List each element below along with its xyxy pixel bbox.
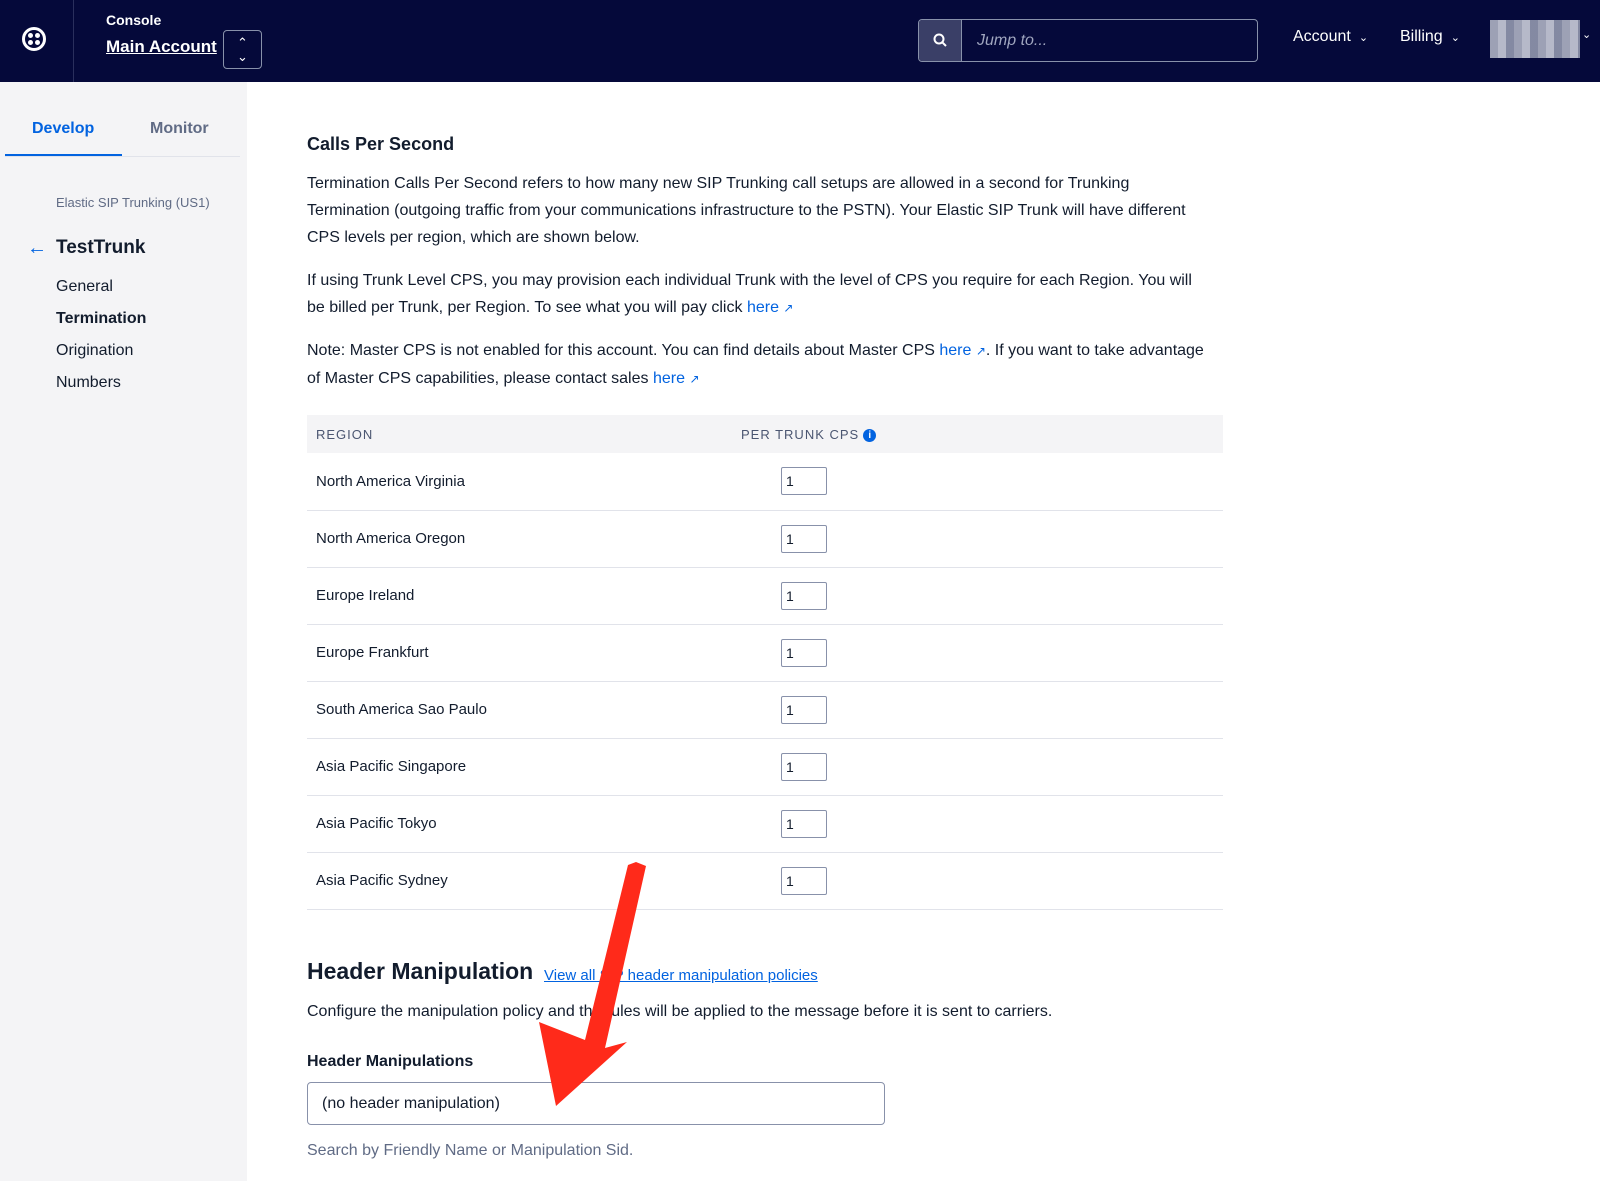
search-icon <box>933 33 947 47</box>
external-link-icon: ↗ <box>689 372 700 386</box>
sidebar-item-numbers[interactable]: Numbers <box>56 374 121 392</box>
region-cell: North America Oregon <box>307 510 741 568</box>
account-menu[interactable]: Account ⌄ <box>1293 28 1368 46</box>
billing-menu[interactable]: Billing ⌄ <box>1400 28 1460 46</box>
cps-input[interactable] <box>781 695 827 724</box>
search-button[interactable] <box>919 20 962 61</box>
table-row: North America Oregon <box>307 510 1223 568</box>
header-manipulation-combobox[interactable]: (no header manipulation) <box>307 1082 885 1125</box>
cps-description: Termination Calls Per Second refers to h… <box>307 175 1186 246</box>
sidebar-item-origination[interactable]: Origination <box>56 342 133 360</box>
column-header-per-trunk-cps: PER TRUNK CPS i <box>741 415 1223 453</box>
region-cell: Europe Frankfurt <box>307 624 741 682</box>
search-input[interactable] <box>963 20 1257 61</box>
view-policies-link[interactable]: View all SIP header manipulation policie… <box>544 967 818 984</box>
table-row: Asia Pacific Sydney <box>307 852 1223 910</box>
chevron-up-down-icon: ⌃ ⌄ <box>237 35 248 64</box>
region-cell: Asia Pacific Tokyo <box>307 795 741 853</box>
table-header-row: REGION PER TRUNK CPS i <box>307 415 1223 453</box>
cps-region-table: REGION PER TRUNK CPS i North America Virg… <box>307 415 1223 910</box>
tab-divider <box>5 156 240 157</box>
twilio-logo-icon[interactable] <box>22 27 46 51</box>
chevron-down-icon: ⌄ <box>1358 32 1369 44</box>
header-manipulation-description: Configure the manipulation policy and th… <box>307 1003 1053 1020</box>
top-navigation-bar: Console Main Account ⌃⌄ Account ⌄ Billing… <box>0 0 1600 82</box>
section-title-header-manipulation: Header Manipulation <box>307 958 534 984</box>
cps-input[interactable] <box>781 866 827 895</box>
cps-input[interactable] <box>781 752 827 781</box>
master-cps-here-link[interactable]: here <box>939 342 971 359</box>
info-icon[interactable]: i <box>863 428 877 442</box>
master-cps-text-a: Note: Master CPS is not enabled for this… <box>307 342 940 359</box>
cps-input[interactable] <box>781 581 827 610</box>
trunk-title: TestTrunk <box>56 237 146 258</box>
section-title-cps: Calls Per Second <box>307 134 455 154</box>
cps-input[interactable] <box>781 809 827 838</box>
table-row: Asia Pacific Tokyo <box>307 795 1223 853</box>
chevron-down-icon: ⌄ <box>1450 32 1460 44</box>
region-cell: Europe Ireland <box>307 567 741 625</box>
region-cell: Asia Pacific Sydney <box>307 852 741 910</box>
column-header-region: REGION <box>307 415 741 453</box>
external-link-icon: ↗ <box>975 344 986 358</box>
external-link-icon: ↗ <box>783 301 794 315</box>
topbar-divider <box>73 0 74 82</box>
table-row: South America Sao Paulo <box>307 681 1223 739</box>
billing-menu-label: Billing <box>1400 28 1443 45</box>
header-manipulations-label: Header Manipulations <box>307 1053 474 1070</box>
main-content: Calls Per Second Termination Calls Per S… <box>247 82 1600 1181</box>
region-cell: Asia Pacific Singapore <box>307 738 741 796</box>
header-manipulation-help-text: Search by Friendly Name or Manipulation … <box>307 1142 634 1159</box>
master-cps-note: Note: Master CPS is not enabled for this… <box>307 337 1207 393</box>
pricing-here-link[interactable]: here <box>747 299 779 316</box>
account-name-link[interactable]: Main Account <box>106 37 217 57</box>
tab-develop[interactable]: Develop <box>32 120 94 138</box>
table-row: Europe Frankfurt <box>307 624 1223 682</box>
table-row: Asia Pacific Singapore <box>307 738 1223 796</box>
account-menu-label: Account <box>1293 28 1351 45</box>
product-breadcrumb[interactable]: Elastic SIP Trunking (US1) <box>56 195 210 210</box>
table-row: North America Virginia <box>307 453 1223 511</box>
cps-input[interactable] <box>781 524 827 553</box>
tab-monitor[interactable]: Monitor <box>150 120 209 138</box>
user-menu-avatar[interactable] <box>1490 20 1580 58</box>
table-row: Europe Ireland <box>307 567 1223 625</box>
chevron-down-icon[interactable]: ⌄ <box>1582 28 1591 41</box>
sidebar-item-termination[interactable]: Termination <box>56 310 146 328</box>
cps-input[interactable] <box>781 638 827 667</box>
region-cell: South America Sao Paulo <box>307 681 741 739</box>
sidebar-item-general[interactable]: General <box>56 278 113 296</box>
console-label: Console <box>106 12 162 28</box>
trunk-cps-description: If using Trunk Level CPS, you may provis… <box>307 267 1207 322</box>
sidebar: Develop Monitor Elastic SIP Trunking (US… <box>0 82 247 1181</box>
contact-sales-here-link[interactable]: here <box>653 370 685 387</box>
account-switcher-button[interactable]: ⌃ ⌄ <box>223 30 262 69</box>
cps-input[interactable] <box>781 467 827 496</box>
back-arrow-icon[interactable]: ← <box>27 237 47 260</box>
region-cell: North America Virginia <box>307 453 741 511</box>
jump-to-search <box>918 19 1258 62</box>
